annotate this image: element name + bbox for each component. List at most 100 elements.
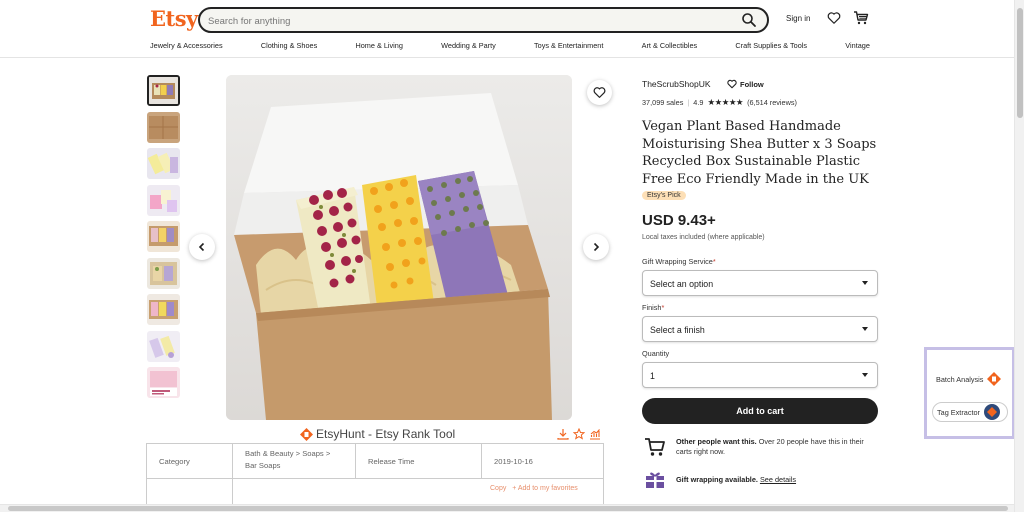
thumbnail-7[interactable] xyxy=(147,294,180,325)
table-row: Category Bath & Beauty > Soaps > Bar Soa… xyxy=(147,444,604,479)
cart-icon[interactable] xyxy=(853,10,869,26)
favorite-button[interactable] xyxy=(587,80,612,105)
batch-analysis-button[interactable]: Batch Analysis xyxy=(932,369,1010,389)
add-to-cart-button[interactable]: Add to cart xyxy=(642,398,878,424)
heart-icon xyxy=(727,79,737,89)
category-value: Bath & Beauty > Soaps > Bar Soaps xyxy=(233,444,356,479)
finish-label-text: Finish xyxy=(642,303,662,312)
shop-stats: 37,099 sales | 4.9 ★★★★★ (6,514 reviews) xyxy=(642,97,797,108)
etsyhunt-logo-icon xyxy=(987,372,1002,386)
copy-button[interactable]: Copy xyxy=(490,485,506,492)
thumbnail-5[interactable] xyxy=(147,221,180,252)
etsy-logo[interactable]: Etsy xyxy=(150,6,198,31)
product-price: USD 9.43+ xyxy=(642,212,716,229)
follow-label: Follow xyxy=(740,79,764,89)
gift-icon xyxy=(646,472,664,488)
download-icon[interactable] xyxy=(557,428,569,440)
thumbnail-3[interactable] xyxy=(147,148,180,179)
nav-wedding[interactable]: Wedding & Party xyxy=(441,41,496,50)
gift-wrap-notice: Gift wrapping available. See details xyxy=(644,471,876,489)
search-input[interactable] xyxy=(208,13,728,29)
required-mark: * xyxy=(661,303,665,312)
next-image-button[interactable] xyxy=(583,234,609,260)
required-mark: * xyxy=(712,257,716,266)
gift-wrap-bold: Gift wrapping available. xyxy=(676,475,758,484)
follow-button[interactable]: Follow xyxy=(727,79,764,89)
gift-wrapping-value: Select an option xyxy=(650,279,714,289)
quantity-label: Quantity xyxy=(642,349,670,358)
category-label: Category xyxy=(147,444,233,479)
nav-vintage[interactable]: Vintage xyxy=(845,41,870,50)
nav-art[interactable]: Art & Collectibles xyxy=(642,41,698,50)
thumbnail-1[interactable] xyxy=(147,75,180,106)
star-icon[interactable] xyxy=(573,428,585,440)
quantity-value: 1 xyxy=(650,371,655,381)
demand-text: Other people want this. Over 20 people h… xyxy=(676,437,876,457)
thumbnail-8[interactable] xyxy=(147,330,180,362)
caret-down-icon xyxy=(862,373,868,377)
etsyhunt-toolbar xyxy=(557,428,601,440)
header-divider xyxy=(0,57,1014,58)
chart-icon[interactable] xyxy=(589,428,601,440)
etsyhunt-title: EtsyHunt - Etsy Rank Tool xyxy=(300,427,455,441)
scrollbar-thumb[interactable] xyxy=(8,506,1008,511)
cart-icon xyxy=(645,438,665,456)
favorites-heart-icon[interactable] xyxy=(827,11,841,25)
thumbnail-2[interactable] xyxy=(147,111,180,143)
search-icon[interactable] xyxy=(741,12,757,28)
caret-down-icon xyxy=(862,327,868,331)
search-bar[interactable] xyxy=(198,7,769,33)
etsyhunt-actions: Copy + Add to my favorites xyxy=(490,485,578,492)
rating-value: 4.9 xyxy=(693,98,704,107)
gift-wrapping-label-text: Gift Wrapping Service xyxy=(642,257,713,266)
quantity-select[interactable]: 1 xyxy=(642,362,878,388)
tag-extractor-button[interactable]: Tag Extractor xyxy=(932,402,1008,422)
caret-down-icon xyxy=(862,281,868,285)
demand-bold: Other people want this. xyxy=(676,437,757,446)
thumbnail-9[interactable] xyxy=(147,367,180,398)
finish-value: Select a finish xyxy=(650,325,705,335)
finish-label: Finish* xyxy=(642,303,664,312)
see-details-link[interactable]: See details xyxy=(760,475,796,484)
tag-extractor-icon xyxy=(984,404,1000,420)
finish-select[interactable]: Select a finish xyxy=(642,316,878,342)
product-main-image[interactable] xyxy=(226,75,572,420)
product-title: Vegan Plant Based Handmade Moisturising … xyxy=(642,119,877,187)
add-favorites-button[interactable]: + Add to my favorites xyxy=(512,485,578,492)
chevron-left-icon xyxy=(198,242,205,252)
etsys-pick-badge: Etsy's Pick xyxy=(642,191,686,200)
release-time-label: Release Time xyxy=(356,444,482,479)
nav-jewelry[interactable]: Jewelry & Accessories xyxy=(150,41,223,50)
gift-wrapping-label: Gift Wrapping Service* xyxy=(642,257,716,266)
nav-clothing[interactable]: Clothing & Shoes xyxy=(261,41,317,50)
vertical-scrollbar[interactable] xyxy=(1014,0,1024,512)
sign-in-link[interactable]: Sign in xyxy=(786,14,810,23)
review-count[interactable]: (6,514 reviews) xyxy=(747,98,797,107)
gift-wrapping-select[interactable]: Select an option xyxy=(642,270,878,296)
shop-name[interactable]: TheScrubShopUK xyxy=(642,79,711,89)
nav-craft[interactable]: Craft Supplies & Tools xyxy=(735,41,807,50)
scrollbar-thumb[interactable] xyxy=(1017,8,1023,118)
rating-stars-icon: ★★★★★ xyxy=(707,97,744,107)
category-nav: Jewelry & Accessories Clothing & Shoes H… xyxy=(150,41,870,50)
separator: | xyxy=(687,98,690,107)
nav-home[interactable]: Home & Living xyxy=(355,41,402,50)
thumbnail-4[interactable] xyxy=(147,184,180,216)
heart-icon xyxy=(593,87,606,98)
horizontal-scrollbar[interactable] xyxy=(0,504,1014,512)
batch-analysis-label: Batch Analysis xyxy=(936,374,984,384)
gift-wrap-text: Gift wrapping available. See details xyxy=(676,471,876,489)
sales-count: 37,099 sales xyxy=(642,98,684,107)
thumbnail-strip xyxy=(147,75,180,404)
chevron-right-icon xyxy=(593,242,600,252)
etsyhunt-title-text: EtsyHunt - Etsy Rank Tool xyxy=(316,427,456,441)
release-time-value: 2019-10-16 xyxy=(482,444,604,479)
prev-image-button[interactable] xyxy=(189,234,215,260)
tag-extractor-label: Tag Extractor xyxy=(937,407,980,417)
etsyhunt-info-table: Category Bath & Beauty > Soaps > Bar Soa… xyxy=(146,443,604,512)
thumbnail-6[interactable] xyxy=(147,257,180,289)
nav-toys[interactable]: Toys & Entertainment xyxy=(534,41,603,50)
demand-notice: Other people want this. Over 20 people h… xyxy=(644,437,876,457)
etsyhunt-logo-icon xyxy=(300,427,313,441)
tax-note: Local taxes included (where applicable) xyxy=(642,234,765,241)
